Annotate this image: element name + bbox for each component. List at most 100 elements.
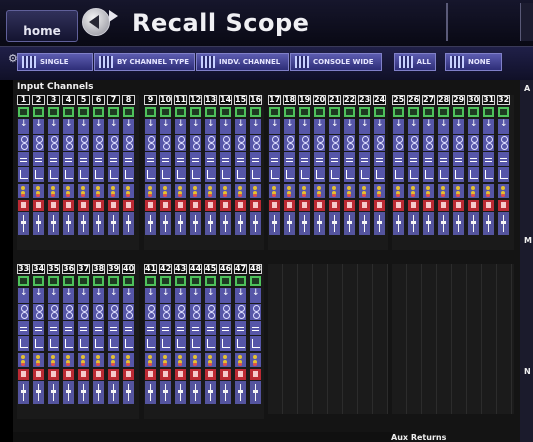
preamp-icon[interactable] [93,135,104,151]
by-channel-type-button[interactable]: BY CHANNEL TYPE [94,53,195,71]
eq-icon[interactable] [468,152,479,166]
input-arrow-icon[interactable] [393,119,404,134]
mute-button[interactable] [314,200,325,211]
fader-icon[interactable] [48,381,59,404]
meter-icon[interactable] [48,184,59,198]
mute-button[interactable] [359,200,370,211]
channel-select-toggle[interactable] [314,107,325,117]
channel-strip[interactable]: 35 [47,264,60,404]
eq-icon[interactable] [123,152,134,166]
fader-thumb[interactable] [396,221,401,224]
eq-icon[interactable] [359,152,370,166]
mute-button[interactable] [250,369,261,380]
channel-strip[interactable]: 7 [107,95,120,235]
fader-icon[interactable] [374,212,385,235]
meter-icon[interactable] [220,353,231,367]
meter-icon[interactable] [93,353,104,367]
individual-channel-button[interactable]: INDV. CHANNEL [196,53,289,71]
input-arrow-icon[interactable] [123,119,134,134]
eq-icon[interactable] [190,152,201,166]
preamp-icon[interactable] [145,304,156,320]
input-arrow-icon[interactable] [33,119,44,134]
fader-icon[interactable] [108,212,119,235]
channel-select-toggle[interactable] [33,107,44,117]
eq-icon[interactable] [250,321,261,335]
fader-icon[interactable] [123,212,134,235]
preamp-icon[interactable] [160,135,171,151]
preamp-icon[interactable] [299,135,310,151]
channel-strip[interactable]: 44 [189,264,202,404]
dynamics-icon[interactable] [190,336,201,351]
preamp-icon[interactable] [18,135,29,151]
dynamics-icon[interactable] [250,336,261,351]
dynamics-icon[interactable] [235,336,246,351]
preamp-icon[interactable] [269,135,280,151]
channel-strip[interactable]: 21 [328,95,341,235]
dynamics-icon[interactable] [393,167,404,182]
meter-icon[interactable] [250,184,261,198]
fader-thumb[interactable] [81,221,86,224]
meter-icon[interactable] [160,184,171,198]
input-arrow-icon[interactable] [438,119,449,134]
fader-thumb[interactable] [347,221,352,224]
channel-select-toggle[interactable] [468,107,479,117]
channel-select-toggle[interactable] [205,276,216,286]
meter-icon[interactable] [175,184,186,198]
channel-strip[interactable]: 12 [189,95,202,235]
meter-icon[interactable] [123,353,134,367]
fader-thumb[interactable] [148,390,153,393]
channel-select-toggle[interactable] [145,107,156,117]
dynamics-icon[interactable] [123,167,134,182]
fader-thumb[interactable] [51,221,56,224]
channel-strip[interactable]: 23 [358,95,371,235]
fader-thumb[interactable] [471,221,476,224]
all-button[interactable]: ALL [394,53,436,71]
dynamics-icon[interactable] [220,167,231,182]
fader-thumb[interactable] [148,221,153,224]
channel-strip[interactable]: 3 [47,95,60,235]
fader-thumb[interactable] [96,221,101,224]
input-arrow-icon[interactable] [160,288,171,303]
preamp-icon[interactable] [78,135,89,151]
eq-icon[interactable] [205,152,216,166]
fader-thumb[interactable] [332,221,337,224]
dynamics-icon[interactable] [408,167,419,182]
fader-thumb[interactable] [66,221,71,224]
eq-icon[interactable] [498,152,509,166]
fader-icon[interactable] [78,212,89,235]
eq-icon[interactable] [63,321,74,335]
fader-icon[interactable] [250,212,261,235]
channel-strip[interactable]: 46 [219,264,232,404]
channel-select-toggle[interactable] [108,107,119,117]
dynamics-icon[interactable] [483,167,494,182]
mute-button[interactable] [235,369,246,380]
mute-button[interactable] [78,200,89,211]
channel-select-toggle[interactable] [145,276,156,286]
preamp-icon[interactable] [108,135,119,151]
input-arrow-icon[interactable] [408,119,419,134]
channel-select-toggle[interactable] [220,107,231,117]
meter-icon[interactable] [483,184,494,198]
fader-thumb[interactable] [163,390,168,393]
preamp-icon[interactable] [48,135,59,151]
channel-select-toggle[interactable] [329,107,340,117]
channel-strip[interactable]: 30 [467,95,480,235]
fader-thumb[interactable] [126,221,131,224]
channel-strip[interactable]: 41 [144,264,157,404]
dynamics-icon[interactable] [344,167,355,182]
fader-thumb[interactable] [208,390,213,393]
mute-button[interactable] [145,369,156,380]
channel-select-toggle[interactable] [359,107,370,117]
fader-icon[interactable] [453,212,464,235]
meter-icon[interactable] [145,353,156,367]
fader-icon[interactable] [220,381,231,404]
eq-icon[interactable] [190,321,201,335]
dynamics-icon[interactable] [63,336,74,351]
mute-button[interactable] [408,200,419,211]
fader-thumb[interactable] [486,221,491,224]
meter-icon[interactable] [235,353,246,367]
eq-icon[interactable] [33,321,44,335]
eq-icon[interactable] [453,152,464,166]
fader-icon[interactable] [299,212,310,235]
mute-button[interactable] [48,369,59,380]
